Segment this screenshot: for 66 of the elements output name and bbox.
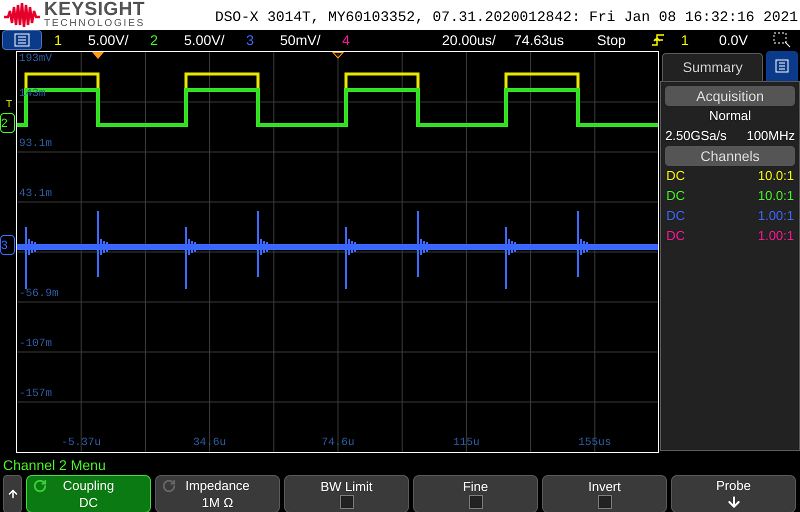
- back-button[interactable]: [3, 474, 22, 512]
- checkbox[interactable]: [598, 495, 612, 510]
- voltage-label: 93.1m: [18, 138, 52, 150]
- zoom-box-icon[interactable]: [773, 32, 791, 48]
- menu-button[interactable]: [2, 30, 42, 50]
- channel-number[interactable]: 2: [144, 30, 164, 51]
- section-header: Acquisition: [665, 86, 796, 106]
- softkey[interactable]: BW Limit: [284, 474, 409, 512]
- knob-icon: [162, 478, 176, 493]
- channel-scale: 50mV/: [280, 30, 320, 50]
- time-delay: 74.63us: [514, 30, 565, 50]
- probe-ratio: 1.00:1: [758, 207, 794, 225]
- softkey[interactable]: Impedance 1M Ω: [155, 474, 280, 512]
- channel-marker[interactable]: 3: [0, 234, 15, 255]
- run-state: Stop: [597, 30, 627, 50]
- time-label: 155us: [578, 438, 612, 449]
- time-label: 115u: [453, 438, 480, 449]
- timebase-scale: 20.00us/: [442, 30, 497, 50]
- channel-number[interactable]: 1: [48, 30, 68, 51]
- softkey[interactable]: Probe: [671, 474, 796, 512]
- brand-name: KEYSIGHT: [44, 0, 146, 20]
- time-label: -5.37u: [61, 438, 101, 449]
- panel-menu-button[interactable]: [766, 50, 798, 81]
- menu-icon: [14, 33, 30, 48]
- voltage-label: -157m: [18, 388, 52, 400]
- bandwidth: 100MHz: [746, 127, 796, 145]
- probe-ratio: 10.0:1: [758, 167, 794, 185]
- instrument-title: DSO-X 3014T, MY60103352, 07.31.2020012842: Fri Jan 08 16:32:16 2021: [215, 9, 799, 28]
- softkey[interactable]: Coupling DC: [26, 474, 151, 512]
- channel-coupling: DC: [666, 207, 685, 225]
- channel-coupling: DC: [666, 167, 685, 185]
- voltage-label: 193mV: [18, 54, 52, 65]
- channel-scale: 5.00V/: [88, 30, 128, 50]
- channel-number[interactable]: 4: [336, 30, 356, 51]
- channel-number[interactable]: 3: [240, 30, 260, 51]
- rising-edge-icon: [651, 33, 665, 48]
- down-arrow-icon: [726, 494, 742, 510]
- channel-marker[interactable]: 2: [0, 112, 15, 133]
- voltage-label: -107m: [18, 338, 52, 350]
- menu-title: Channel 2 Menu: [2, 456, 107, 475]
- wave-logo-icon: [4, 2, 40, 27]
- delay-position-icon: [332, 52, 344, 59]
- trigger-level-marker[interactable]: T: [6, 100, 12, 110]
- softkey[interactable]: Fine: [413, 474, 538, 512]
- trigger-level: 0.0V: [719, 30, 749, 50]
- probe-ratio: 10.0:1: [758, 187, 794, 205]
- voltage-label: -56.9m: [18, 288, 59, 300]
- probe-ratio: 1.00:1: [758, 227, 794, 245]
- softkey[interactable]: Invert: [542, 474, 667, 512]
- trigger-source: 1: [681, 30, 690, 50]
- checkbox[interactable]: [468, 495, 482, 510]
- knob-icon: [33, 478, 47, 493]
- up-arrow-icon: [6, 488, 18, 500]
- section-header: Channels: [665, 146, 796, 166]
- channel-coupling: DC: [666, 187, 685, 205]
- brand-subtitle: TECHNOLOGIES: [44, 19, 146, 30]
- channel-scale: 5.00V/: [184, 30, 224, 50]
- sample-rate: 2.50GSa/s: [665, 127, 727, 145]
- menu-icon: [775, 58, 790, 73]
- checkbox[interactable]: [340, 495, 354, 510]
- channel-coupling: DC: [666, 227, 685, 245]
- acquisition-mode: Normal: [708, 106, 752, 125]
- time-label: 34.6u: [193, 438, 226, 449]
- voltage-label: 43.1m: [18, 188, 52, 200]
- time-label: 74.6u: [321, 438, 354, 449]
- summary-tab[interactable]: Summary: [662, 52, 764, 81]
